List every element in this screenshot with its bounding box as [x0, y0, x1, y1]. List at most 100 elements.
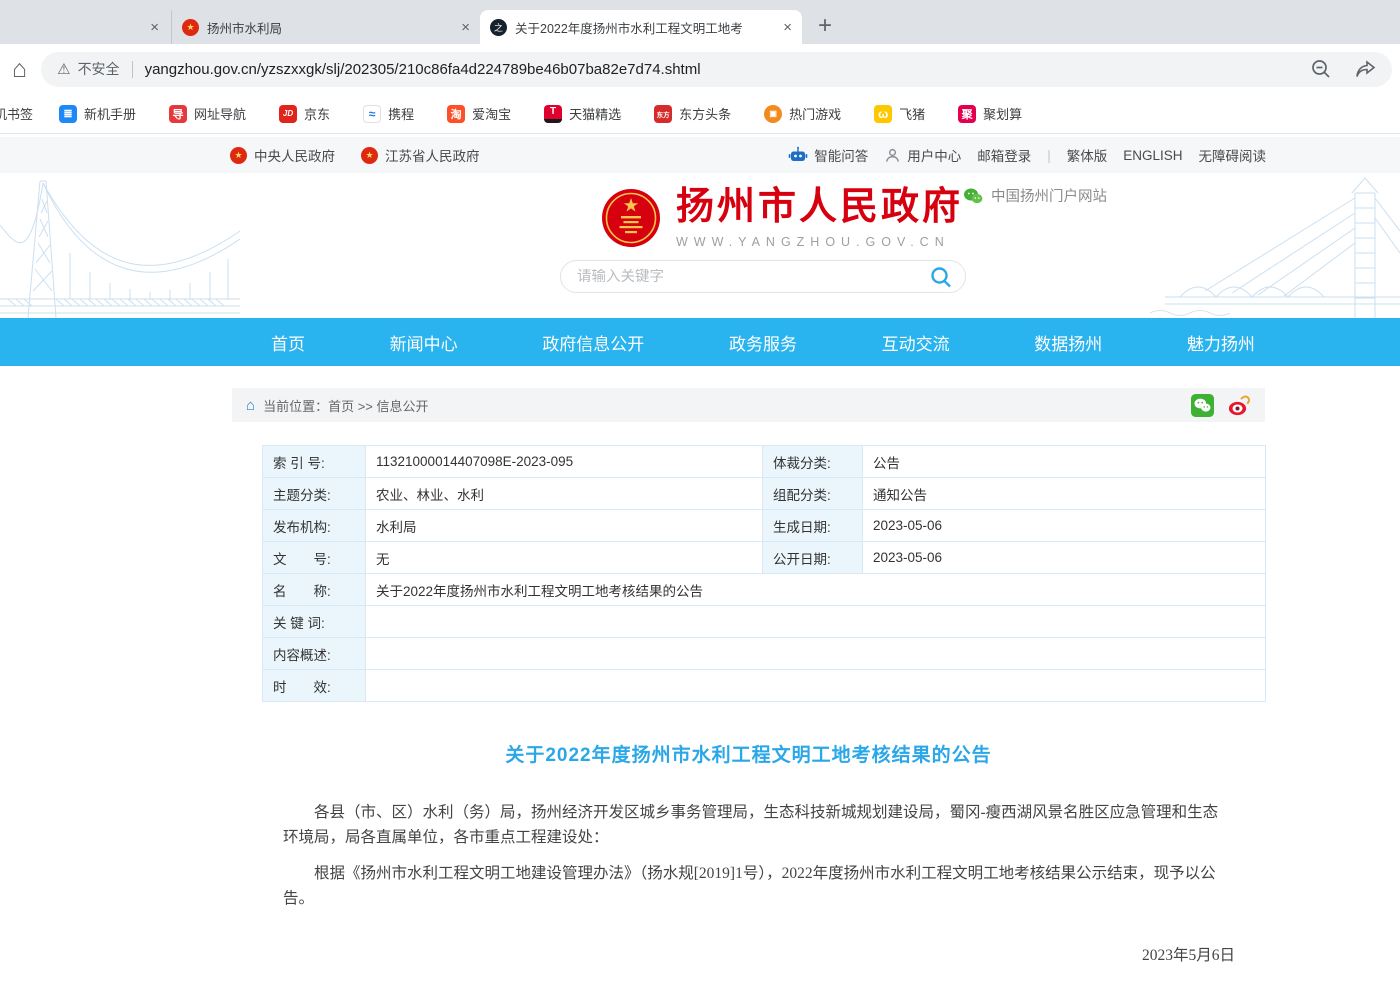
link-jiangsu-government[interactable]: ★ 江苏省人民政府 — [361, 145, 480, 165]
english-link[interactable]: ENGLISH — [1123, 148, 1182, 163]
article-body: 各县（市、区）水利（务）局，扬州经济开发区城乡事务管理局，生态科技新城规划建设局… — [232, 800, 1265, 997]
close-icon[interactable]: × — [150, 20, 159, 35]
bookmark-wangzhi-daohang[interactable]: 导 网址导航 — [169, 104, 246, 123]
nav-info-disclosure[interactable]: 政府信息公开 — [542, 330, 644, 355]
bookmark-label: 爱淘宝 — [472, 104, 511, 123]
nav-interaction[interactable]: 互动交流 — [882, 330, 950, 355]
juhuasuan-icon: 聚 — [958, 105, 976, 123]
meta-value: 2023-05-06 — [863, 510, 1266, 542]
traditional-chinese-link[interactable]: 繁体版 — [1067, 145, 1108, 165]
meta-label: 名 称: — [263, 574, 366, 606]
bookmark-ctrip[interactable]: ≈ 携程 — [363, 104, 414, 123]
meta-label: 公开日期: — [763, 542, 863, 574]
meta-label: 发布机构: — [263, 510, 366, 542]
nav-home[interactable]: 首页 — [271, 330, 305, 355]
nav-site-icon: 导 — [169, 105, 187, 123]
article-paragraph: 各县（市、区）水利（务）局，扬州经济开发区城乡事务管理局，生态科技新城规划建设局… — [283, 800, 1229, 850]
share-weibo-icon[interactable] — [1227, 393, 1251, 417]
bookmark-label: 热门游戏 — [789, 104, 841, 123]
meta-label: 文 号: — [263, 542, 366, 574]
table-row: 时 效: — [263, 670, 1266, 702]
meta-label: 关 键 词: — [263, 606, 366, 638]
meta-label: 索 引 号: — [263, 446, 366, 478]
meta-label: 生成日期: — [763, 510, 863, 542]
games-icon: ▣ — [764, 105, 782, 123]
meta-value: 通知公告 — [863, 478, 1266, 510]
not-secure-warning-icon: ⚠ — [57, 60, 70, 78]
manual-icon: ≣ — [59, 105, 77, 123]
main-navigation: 首页 新闻中心 政府信息公开 政务服务 互动交流 数据扬州 魅力扬州 — [0, 318, 1400, 366]
browser-toolbar: ⌂ ⚠ 不安全 yangzhou.gov.cn/yzszxxgk/slj/202… — [0, 44, 1400, 94]
bookmark-aitaobao[interactable]: 淘 爱淘宝 — [447, 104, 511, 123]
divider — [132, 61, 133, 78]
portal-badge[interactable]: 中国扬州门户网站 — [963, 185, 1107, 206]
bookmark-xinji-shouce[interactable]: ≣ 新机手册 — [59, 104, 136, 123]
bookmark-shouji-shuqian[interactable]: 机书签 — [0, 104, 33, 123]
breadcrumb-label: 当前位置： — [263, 396, 328, 415]
national-emblem-icon: ★ — [361, 147, 378, 164]
page-content: ⌂ 当前位置： 首页 >> 信息公开 索 引 号: 11321000014407… — [232, 388, 1265, 997]
bookmark-label: 飞猪 — [899, 104, 925, 123]
close-icon[interactable]: × — [461, 20, 470, 35]
home-icon[interactable]: ⌂ — [12, 57, 27, 82]
nav-gov-services[interactable]: 政务服务 — [729, 330, 797, 355]
smart-qa-link[interactable]: 智能问答 — [788, 145, 868, 165]
meta-label: 体裁分类: — [763, 446, 863, 478]
search-icon[interactable] — [929, 265, 953, 289]
close-icon[interactable]: × — [783, 20, 792, 35]
bookmark-label: 携程 — [388, 104, 414, 123]
bookmark-fliggy[interactable]: ω 飞猪 — [874, 104, 925, 123]
bookmark-dongfang-toutiao[interactable]: 东方 东方头条 — [654, 104, 731, 123]
share-wechat-icon[interactable] — [1191, 394, 1214, 417]
site-search[interactable] — [560, 260, 966, 293]
breadcrumb-home-icon[interactable]: ⌂ — [246, 397, 255, 414]
nav-charm-yangzhou[interactable]: 魅力扬州 — [1187, 330, 1255, 355]
bookmark-label: 天猫精选 — [569, 104, 621, 123]
url-text[interactable]: yangzhou.gov.cn/yzszxxgk/slj/202305/210c… — [145, 61, 701, 78]
meta-label: 组配分类: — [763, 478, 863, 510]
table-row: 发布机构: 水利局 生成日期: 2023-05-06 — [263, 510, 1266, 542]
fliggy-pig-icon: ω — [874, 105, 892, 123]
smart-qa-label: 智能问答 — [814, 145, 868, 165]
accessibility-link[interactable]: 无障碍阅读 — [1199, 145, 1267, 165]
table-row: 内容概述: — [263, 638, 1266, 670]
link-label: 江苏省人民政府 — [385, 145, 480, 165]
address-bar[interactable]: ⚠ 不安全 yangzhou.gov.cn/yzszxxgk/slj/20230… — [41, 52, 1392, 87]
breadcrumb-path[interactable]: 首页 >> 信息公开 — [328, 396, 428, 415]
bookmark-jd[interactable]: JD 京东 — [279, 104, 330, 123]
search-input[interactable] — [577, 269, 929, 285]
meta-value: 水利局 — [366, 510, 763, 542]
mail-login-link[interactable]: 邮箱登录 — [977, 145, 1031, 165]
document-metadata-table: 索 引 号: 11321000014407098E-2023-095 体裁分类:… — [262, 445, 1266, 702]
tab-partial[interactable]: × — [0, 10, 172, 44]
national-emblem-icon: ★ — [230, 147, 247, 164]
bookmark-label: 东方头条 — [679, 104, 731, 123]
bookmark-tmall[interactable]: T 天猫精选 — [544, 104, 621, 123]
link-central-government[interactable]: ★ 中央人民政府 — [230, 145, 335, 165]
nav-data-yangzhou[interactable]: 数据扬州 — [1034, 330, 1102, 355]
tab-yangzhou-water-bureau[interactable]: ★ 扬州市水利局 × — [172, 10, 480, 44]
divider: | — [1047, 148, 1051, 163]
zoom-out-icon[interactable] — [1310, 58, 1332, 80]
site-logo[interactable]: 扬州市人民政府 WWW.YANGZHOU.GOV.CN — [601, 187, 963, 249]
user-center-label: 用户中心 — [907, 145, 961, 165]
national-emblem-logo — [601, 188, 661, 248]
table-row: 主题分类: 农业、林业、水利 组配分类: 通知公告 — [263, 478, 1266, 510]
share-icon[interactable] — [1354, 58, 1376, 80]
tab-active-announcement[interactable]: 之 关于2022年度扬州市水利工程文明工地考 × — [480, 10, 802, 44]
security-label: 不安全 — [78, 59, 120, 79]
site-title: 扬州市人民政府 — [676, 187, 963, 229]
new-tab-button[interactable]: + — [818, 12, 832, 40]
tmall-icon: T — [544, 105, 562, 123]
bookmark-juhuasuan[interactable]: 聚 聚划算 — [958, 104, 1022, 123]
table-row: 索 引 号: 11321000014407098E-2023-095 体裁分类:… — [263, 446, 1266, 478]
user-center-link[interactable]: 用户中心 — [884, 145, 961, 165]
meta-value — [366, 638, 1266, 670]
bookmark-label: 网址导航 — [194, 104, 246, 123]
breadcrumb: ⌂ 当前位置： 首页 >> 信息公开 — [232, 388, 1265, 422]
bookmark-label: 京东 — [304, 104, 330, 123]
nav-news-center[interactable]: 新闻中心 — [390, 330, 458, 355]
bookmark-hot-games[interactable]: ▣ 热门游戏 — [764, 104, 841, 123]
meta-value — [366, 606, 1266, 638]
tab-title: 关于2022年度扬州市水利工程文明工地考 — [515, 18, 775, 37]
